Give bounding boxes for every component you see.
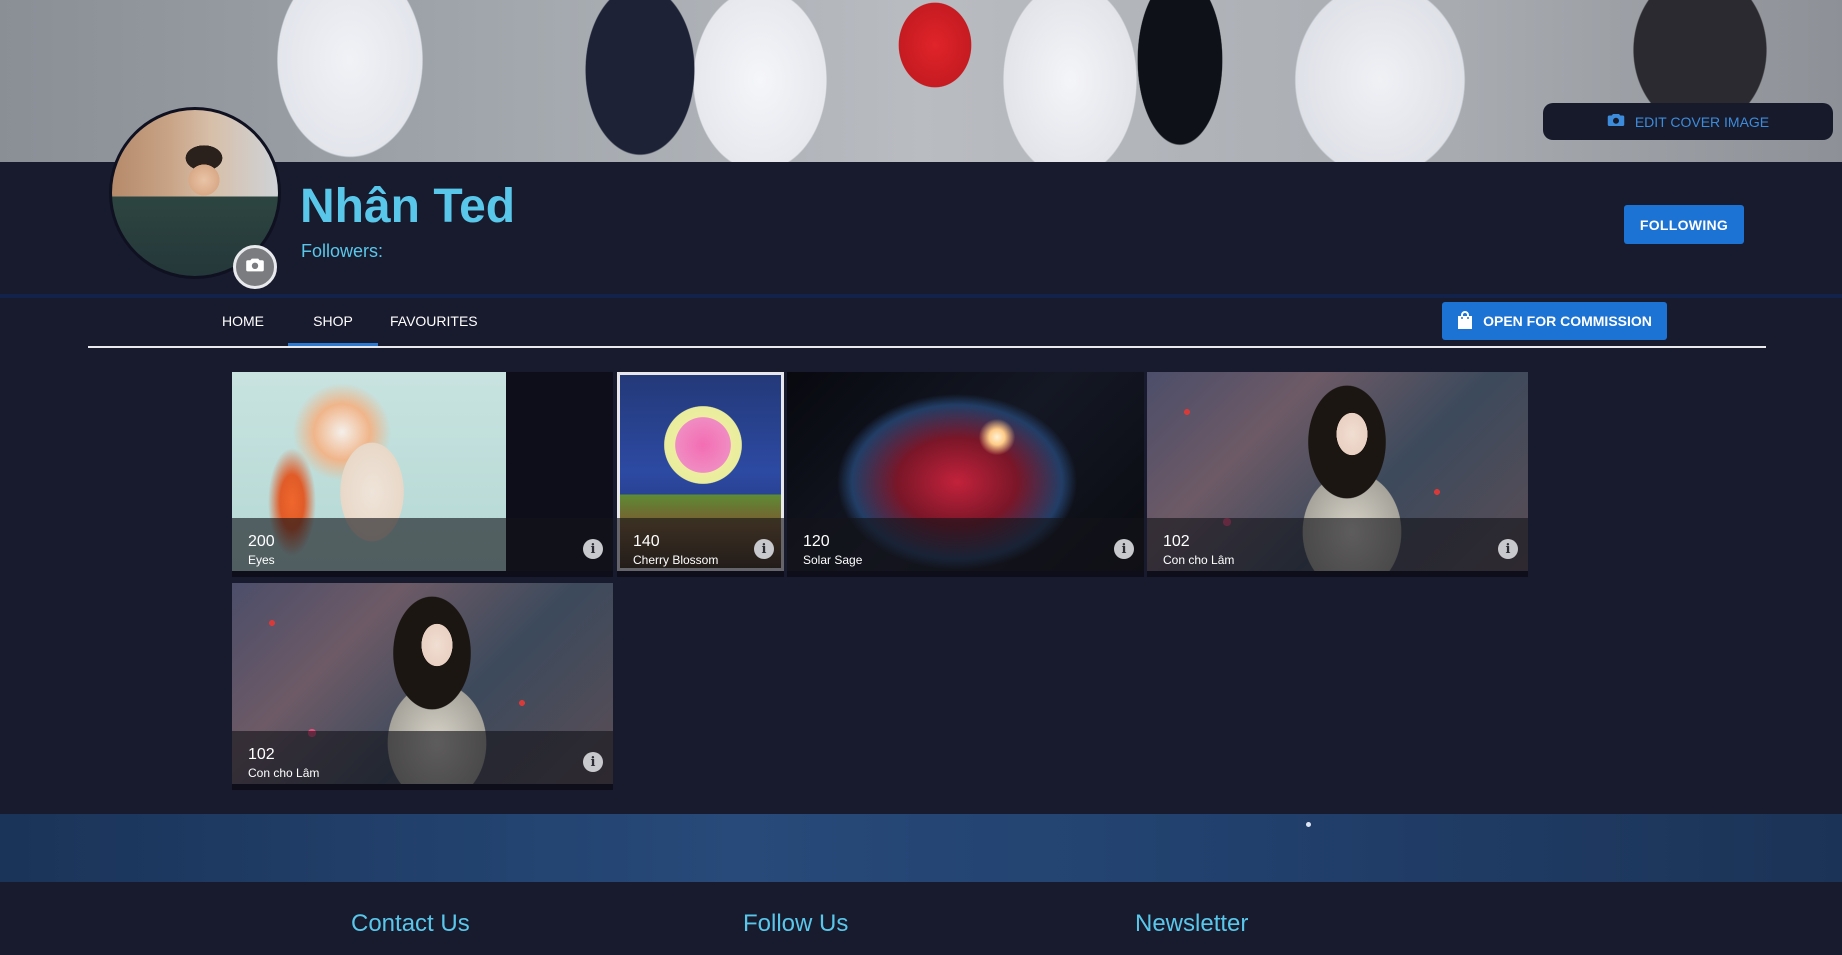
followers-label: Followers: [301, 241, 384, 261]
tab-label: SHOP [313, 313, 353, 329]
profile-name: Nhân Ted [300, 180, 516, 233]
item-title: Cherry Blossom [633, 553, 719, 567]
footer-follow-heading: Follow Us [743, 910, 849, 937]
open-for-commission-button[interactable]: OPEN FOR COMMISSION [1442, 302, 1667, 340]
gallery-item-con-cho-lam[interactable]: 102 Con cho Lâm i [1147, 372, 1528, 577]
info-icon[interactable]: i [754, 539, 774, 559]
info-icon[interactable]: i [1114, 539, 1134, 559]
tab-home[interactable]: HOME [209, 298, 277, 346]
item-price: 120 [803, 533, 830, 550]
gallery-item-eyes[interactable]: 200 Eyes i [232, 372, 613, 577]
item-title: Con cho Lâm [1163, 553, 1235, 567]
item-overlay [232, 518, 613, 571]
item-price: 102 [248, 746, 275, 763]
footer-contact-heading: Contact Us [351, 910, 470, 937]
item-price: 102 [1163, 533, 1190, 550]
footer-banner [0, 814, 1842, 882]
shopping-bag-icon [1457, 310, 1473, 332]
item-price: 200 [248, 533, 275, 550]
item-title: Con cho Lâm [248, 766, 320, 780]
edit-cover-label: EDIT COVER IMAGE [1634, 113, 1770, 130]
camera-icon [245, 257, 265, 278]
gallery-item-solar-sage[interactable]: 120 Solar Sage i [787, 372, 1144, 577]
tab-shop[interactable]: SHOP [288, 298, 378, 346]
info-icon[interactable]: i [583, 539, 603, 559]
item-price: 140 [633, 533, 660, 550]
tab-label: FAVOURITES [390, 313, 478, 329]
info-icon[interactable]: i [583, 752, 603, 772]
item-title: Solar Sage [803, 553, 863, 567]
gallery-item-con-cho-lam[interactable]: 102 Con cho Lâm i [232, 583, 613, 790]
info-icon[interactable]: i [1498, 539, 1518, 559]
commission-label: OPEN FOR COMMISSION [1483, 313, 1652, 329]
tab-favourites[interactable]: FAVOURITES [390, 298, 478, 346]
change-avatar-button[interactable] [233, 245, 277, 289]
tab-label: HOME [222, 313, 264, 329]
following-button[interactable]: FOLLOWING [1624, 205, 1744, 244]
footer [0, 882, 1842, 955]
gallery-item-cherry-blossom[interactable]: 140 Cherry Blossom i [617, 372, 784, 577]
edit-cover-image-button[interactable]: EDIT COVER IMAGE [1543, 103, 1833, 140]
camera-icon [1607, 112, 1625, 131]
footer-newsletter-heading: Newsletter [1135, 910, 1249, 937]
item-title: Eyes [248, 553, 275, 567]
